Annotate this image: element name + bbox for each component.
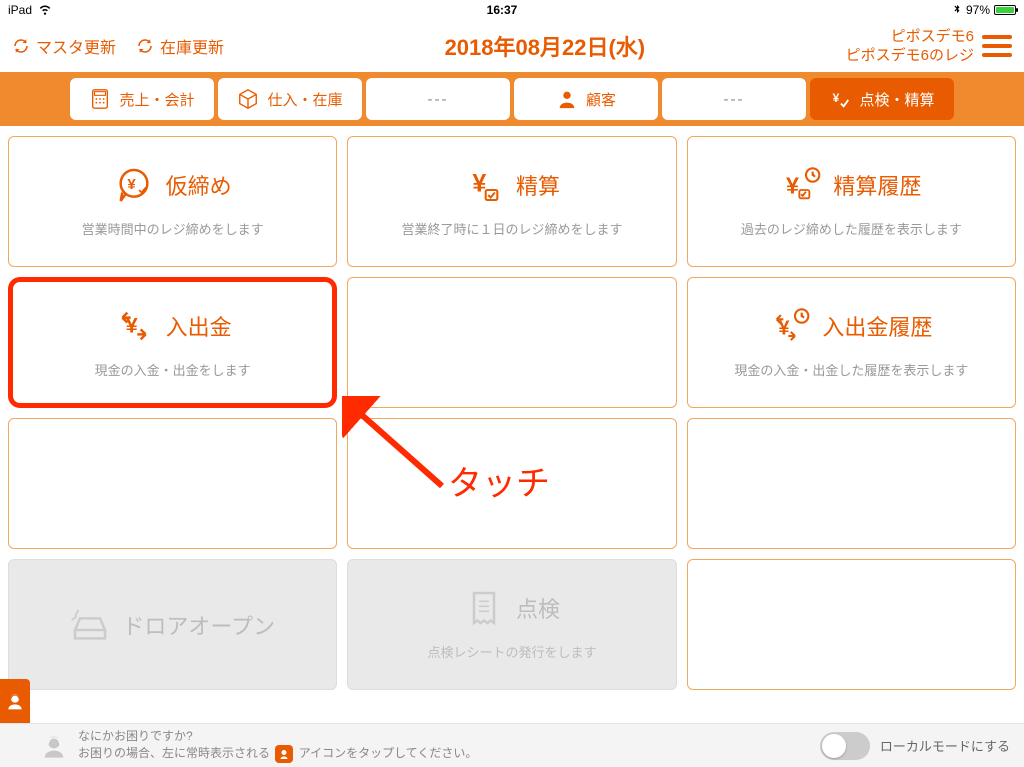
yen-transfer-icon: ¥ <box>114 306 154 346</box>
battery-icon <box>994 5 1016 15</box>
tile-empty-5 <box>687 559 1016 690</box>
person-icon <box>556 88 578 110</box>
tile-nyushukkin[interactable]: ¥ 入出金 現金の入金・出金をします <box>8 277 337 408</box>
tile-nyushukkin-title: 入出金 <box>166 310 232 342</box>
drawer-icon <box>70 605 110 645</box>
tile-karishime-desc: 営業時間中のレジ締めをします <box>82 219 264 238</box>
tab-purchase[interactable]: 仕入・在庫 <box>218 78 362 120</box>
tile-karishime[interactable]: ¥ 仮締め 営業時間中のレジ締めをします <box>8 136 337 267</box>
box-icon <box>237 88 259 110</box>
svg-text:¥: ¥ <box>472 170 486 198</box>
tab-sales[interactable]: 売上・会計 <box>70 78 214 120</box>
user-line1: ピポスデモ6 <box>846 27 974 47</box>
yen-check-icon: ¥ <box>464 165 504 205</box>
support-icon <box>40 732 68 760</box>
yen-bubble-icon: ¥ <box>114 165 154 205</box>
tab-blank-2[interactable]: --- <box>662 78 806 120</box>
menu-button[interactable] <box>982 35 1012 57</box>
bluetooth-icon <box>952 3 962 18</box>
user-block: ピポスデモ6 ピポスデモ6のレジ <box>846 27 974 66</box>
tab-settlement[interactable]: ¥ 点検・精算 <box>810 78 954 120</box>
nav-bar: 売上・会計 仕入・在庫 --- 顧客 --- ¥ 点検・精算 <box>0 72 1024 126</box>
tile-tenken: 点検 点検レシートの発行をします <box>347 559 676 690</box>
tile-seisan-title: 精算 <box>516 169 560 201</box>
footer: なにかお困りですか? お困りの場合、左に常時表示される アイコンをタップしてくだ… <box>0 723 1024 767</box>
footer-line1: なにかお困りですか? <box>78 728 477 744</box>
tile-drawer-open-title: ドロアオープン <box>122 609 275 641</box>
tab-blank-1[interactable]: --- <box>366 78 510 120</box>
tile-drawer-open: ドロアオープン <box>8 559 337 690</box>
user-line2: ピポスデモ6のレジ <box>846 46 974 66</box>
receipt-icon <box>464 588 504 628</box>
date-title: 2018年08月22日(水) <box>244 30 846 62</box>
clock: 16:37 <box>52 3 952 17</box>
support-icon <box>5 691 25 711</box>
tile-empty-1 <box>347 277 676 408</box>
svg-text:¥: ¥ <box>786 172 799 198</box>
tile-tenken-title: 点検 <box>516 592 560 624</box>
tile-nyushukkin-history-desc: 現金の入金・出金した履歴を表示します <box>734 360 968 379</box>
tile-seisan-history-title: 精算履歴 <box>833 169 921 201</box>
tile-empty-3 <box>347 418 676 549</box>
footer-line2b: アイコンをタップしてください。 <box>299 746 478 760</box>
yen-clock-icon: ¥ <box>781 165 821 205</box>
status-bar: iPad 16:37 97% <box>0 0 1024 20</box>
tile-empty-2 <box>8 418 337 549</box>
tiles-grid: ¥ 仮締め 営業時間中のレジ締めをします ¥ 精算 営業終了時に１日のレジ締めを… <box>0 126 1024 690</box>
support-inline-icon <box>275 745 293 763</box>
svg-text:¥: ¥ <box>833 91 840 105</box>
wifi-icon <box>38 2 52 19</box>
tab-blank-2-label: --- <box>724 91 745 108</box>
tile-seisan-desc: 営業終了時に１日のレジ締めをします <box>401 219 622 238</box>
tile-tenken-desc: 点検レシートの発行をします <box>427 642 596 661</box>
tab-settlement-label: 点検・精算 <box>859 89 934 110</box>
refresh-master-label: マスタ更新 <box>36 34 116 58</box>
help-side-tab[interactable] <box>0 679 30 723</box>
device-label: iPad <box>8 3 32 17</box>
tab-customer[interactable]: 顧客 <box>514 78 658 120</box>
tab-blank-1-label: --- <box>428 91 449 108</box>
calculator-icon <box>89 88 111 110</box>
tile-empty-4 <box>687 418 1016 549</box>
tile-seisan-history-desc: 過去のレジ締めした履歴を表示します <box>741 219 962 238</box>
refresh-stock-button[interactable]: 在庫更新 <box>136 34 224 58</box>
battery-pct: 97% <box>966 3 990 17</box>
tile-seisan-history[interactable]: ¥ 精算履歴 過去のレジ締めした履歴を表示します <box>687 136 1016 267</box>
refresh-master-button[interactable]: マスタ更新 <box>12 34 116 58</box>
tile-nyushukkin-history[interactable]: ¥ 入出金履歴 現金の入金・出金した履歴を表示します <box>687 277 1016 408</box>
tile-nyushukkin-history-title: 入出金履歴 <box>822 310 932 342</box>
tab-customer-label: 顧客 <box>586 89 616 110</box>
yen-transfer-clock-icon: ¥ <box>770 306 810 346</box>
svg-text:¥: ¥ <box>125 313 137 338</box>
header: マスタ更新 在庫更新 2018年08月22日(水) ピポスデモ6 ピポスデモ6の… <box>0 20 1024 72</box>
local-mode-toggle[interactable] <box>820 732 870 760</box>
tile-seisan[interactable]: ¥ 精算 営業終了時に１日のレジ締めをします <box>347 136 676 267</box>
footer-text: なにかお困りですか? お困りの場合、左に常時表示される アイコンをタップしてくだ… <box>78 728 477 762</box>
tile-nyushukkin-desc: 現金の入金・出金をします <box>95 360 251 379</box>
tab-sales-label: 売上・会計 <box>119 89 194 110</box>
local-mode-label: ローカルモードにする <box>880 736 1010 755</box>
tab-purchase-label: 仕入・在庫 <box>267 89 342 110</box>
svg-text:¥: ¥ <box>127 176 136 193</box>
refresh-stock-label: 在庫更新 <box>160 34 224 58</box>
footer-line2a: お困りの場合、左に常時表示される <box>78 746 270 760</box>
tile-karishime-title: 仮締め <box>166 169 232 201</box>
yen-check-icon: ¥ <box>829 88 851 110</box>
